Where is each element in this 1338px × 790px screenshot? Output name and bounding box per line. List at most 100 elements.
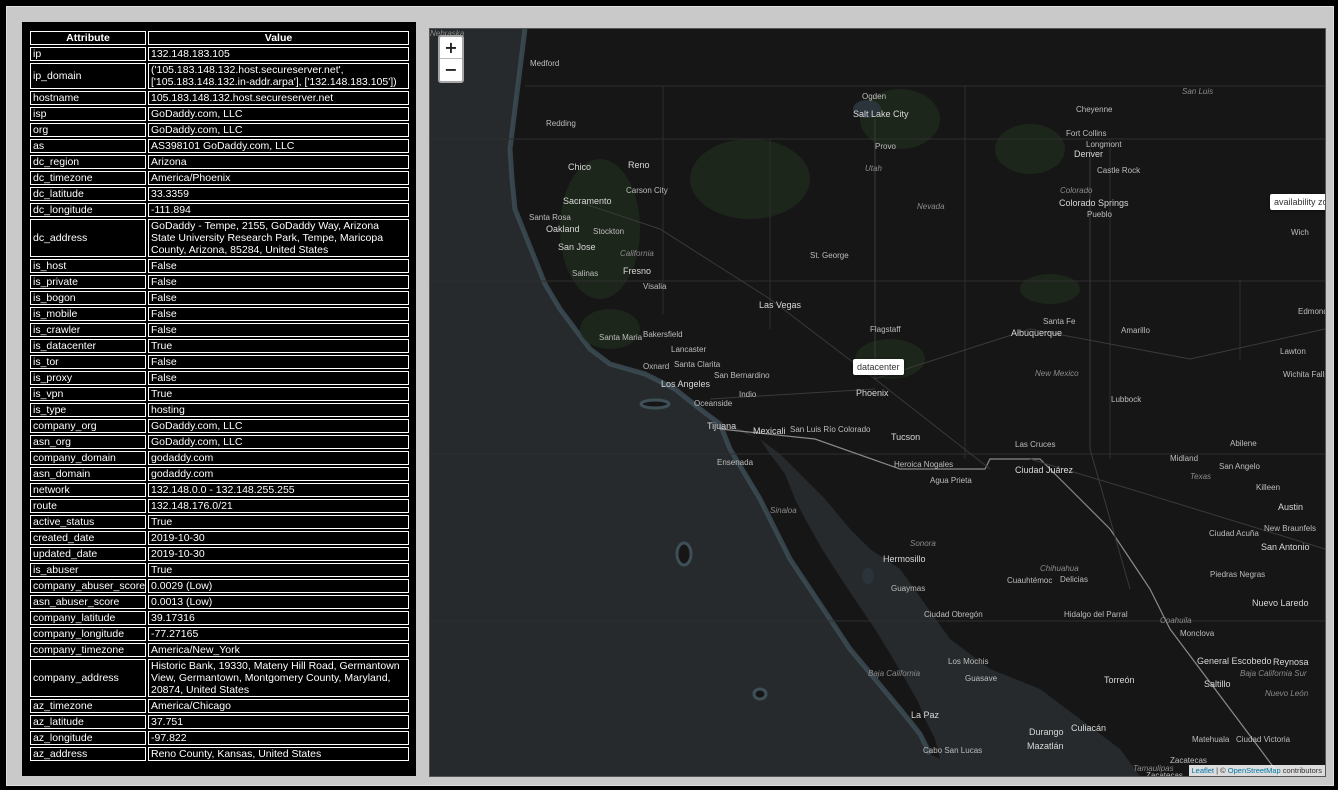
attribution-separator: | © <box>1214 766 1228 775</box>
map-place-label: Hermosillo <box>883 554 926 564</box>
table-body: ip 132.148.183.105 ip_domain ('105.183.148.… <box>30 47 409 761</box>
map-place-label: San Antonio <box>1261 542 1310 552</box>
map-place-label: Longmont <box>1086 140 1122 149</box>
map-place-label: Chihuahua <box>1040 564 1079 573</box>
map-place-label: Edmond <box>1298 307 1326 316</box>
map-place-label: Amarillo <box>1121 326 1150 335</box>
table-row: az_timezone America/Chicago <box>30 699 409 713</box>
table-row: asn_domain godaddy.com <box>30 467 409 481</box>
map-place-label: Phoenix <box>856 388 889 398</box>
page-frame: Attribute Value ip 132.148.183.105 ip_doma… <box>6 6 1334 786</box>
map-place-label: Colorado <box>1060 186 1093 195</box>
map-place-label: Fort Collins <box>1066 129 1107 138</box>
attribute-cell: as <box>30 139 146 153</box>
value-cell: False <box>148 291 409 305</box>
map-place-label: Salinas <box>572 269 599 278</box>
map-place-label: Santa Rosa <box>529 213 571 222</box>
map-place-label: St. George <box>810 251 849 260</box>
datacenter-marker-tooltip[interactable]: datacenter <box>853 359 904 375</box>
attribute-cell: company_longitude <box>30 627 146 641</box>
table-row: asn_abuser_score 0.0013 (Low) <box>30 595 409 609</box>
attribute-cell: ip_domain <box>30 63 146 89</box>
value-cell: 37.751 <box>148 715 409 729</box>
table-row: is_crawler False <box>30 323 409 337</box>
map-place-label: Ciudad Obregón <box>924 610 983 619</box>
map-place-label: Bakersfield <box>643 330 683 339</box>
map-place-label: Culiacán <box>1071 723 1107 733</box>
table-row: org GoDaddy.com, LLC <box>30 123 409 137</box>
map-place-label: Cheyenne <box>1076 105 1113 114</box>
value-cell: False <box>148 307 409 321</box>
map-place-label: Matehuala <box>1192 735 1230 744</box>
map-view[interactable]: Medford Ogden Salt Lake City Cheyenne Reddin… <box>429 28 1326 777</box>
value-cell: 0.0013 (Low) <box>148 595 409 609</box>
map-place-label: San Luis Río Colorado <box>790 425 871 434</box>
value-cell: godaddy.com <box>148 467 409 481</box>
attribute-cell: network <box>30 483 146 497</box>
map-place-label: Los Mochis <box>948 657 989 666</box>
leaflet-link[interactable]: Leaflet <box>1192 766 1215 775</box>
attribute-cell: is_host <box>30 259 146 273</box>
attribute-cell: company_abuser_score <box>30 579 146 593</box>
attribute-table: Attribute Value ip 132.148.183.105 ip_doma… <box>28 29 411 763</box>
value-cell: Arizona <box>148 155 409 169</box>
value-cell: 33.3359 <box>148 187 409 201</box>
table-row: dc_region Arizona <box>30 155 409 169</box>
table-row: route 132.148.176.0/21 <box>30 499 409 513</box>
map-place-label: New Braunfels <box>1264 524 1317 533</box>
attribute-cell: company_address <box>30 659 146 697</box>
value-cell: GoDaddy.com, LLC <box>148 107 409 121</box>
map-place-label: Mazatlán <box>1027 741 1064 751</box>
table-row: is_vpn True <box>30 387 409 401</box>
map-place-label: Visalia <box>643 282 667 291</box>
attribute-cell: dc_longitude <box>30 203 146 217</box>
availability-zone-marker-tooltip[interactable]: availability zo <box>1270 194 1325 210</box>
zoom-out-button[interactable]: − <box>440 58 462 80</box>
table-row: dc_address GoDaddy - Tempe, 2155, GoDaddy… <box>30 219 409 257</box>
value-cell: -111.894 <box>148 203 409 217</box>
value-cell: 2019-10-30 <box>148 531 409 545</box>
attribute-cell: az_timezone <box>30 699 146 713</box>
map-place-label: Oakland <box>546 224 580 234</box>
openstreetmap-link[interactable]: OpenStreetMap <box>1228 766 1281 775</box>
map-place-label: Monclova <box>1180 629 1215 638</box>
attribution-tail: contributors <box>1280 766 1322 775</box>
table-row: hostname 105.183.148.132.host.secureserve… <box>30 91 409 105</box>
attribute-cell: az_longitude <box>30 731 146 745</box>
map-place-label: Durango <box>1029 727 1064 737</box>
attribute-cell: dc_timezone <box>30 171 146 185</box>
map-place-label: Hidalgo del Parral <box>1064 610 1128 619</box>
attribute-cell: company_timezone <box>30 643 146 657</box>
map-place-label: Ensenada <box>717 458 754 467</box>
map-place-label: Flagstaff <box>870 325 901 334</box>
table-row: ip_domain ('105.183.148.132.host.securese… <box>30 63 409 89</box>
attribute-cell: dc_latitude <box>30 187 146 201</box>
zoom-in-button[interactable]: + <box>440 37 462 58</box>
value-cell: GoDaddy.com, LLC <box>148 123 409 137</box>
map-place-label: San Bernardino <box>714 371 770 380</box>
map-place-label: Las Vegas <box>759 300 802 310</box>
table-row: is_tor False <box>30 355 409 369</box>
value-cell: -97.822 <box>148 731 409 745</box>
map-place-label: Saltillo <box>1204 679 1231 689</box>
attribute-cell: dc_region <box>30 155 146 169</box>
table-row: az_longitude -97.822 <box>30 731 409 745</box>
map-place-label: Lancaster <box>671 345 707 354</box>
attribute-cell: company_domain <box>30 451 146 465</box>
attribute-cell: is_datacenter <box>30 339 146 353</box>
map-place-label: Oxnard <box>643 362 670 371</box>
map-place-label: Sinaloa <box>770 506 797 515</box>
attribute-cell: ip <box>30 47 146 61</box>
attribute-cell: is_crawler <box>30 323 146 337</box>
value-cell: GoDaddy.com, LLC <box>148 419 409 433</box>
map-place-label: Baja California <box>868 669 921 678</box>
value-cell: True <box>148 515 409 529</box>
attribute-cell: asn_org <box>30 435 146 449</box>
table-row: as AS398101 GoDaddy.com, LLC <box>30 139 409 153</box>
attribute-cell: is_private <box>30 275 146 289</box>
value-cell: False <box>148 323 409 337</box>
map-place-label: Santa Fe <box>1043 317 1076 326</box>
table-row: isp GoDaddy.com, LLC <box>30 107 409 121</box>
map-place-label: Austin <box>1278 502 1304 512</box>
attribute-cell: org <box>30 123 146 137</box>
